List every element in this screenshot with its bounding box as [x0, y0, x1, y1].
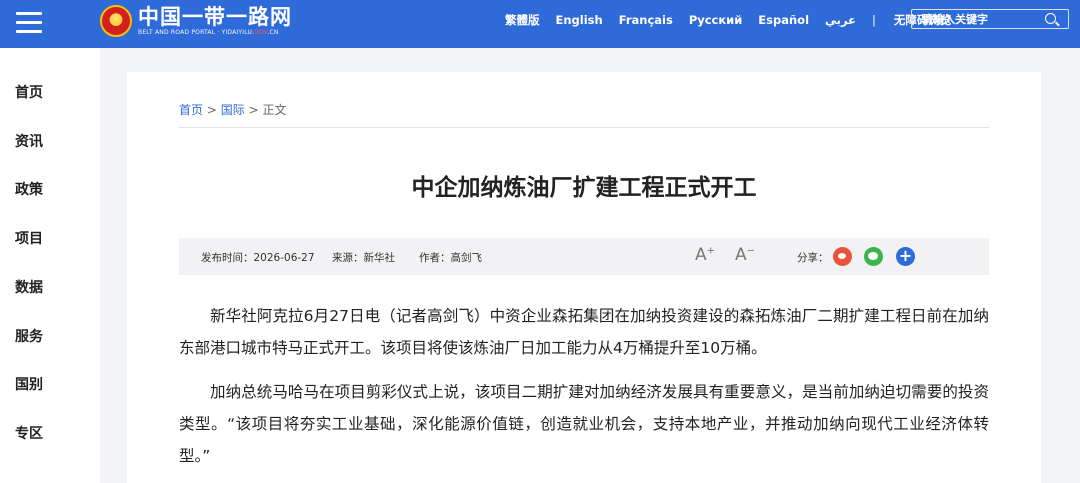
- font-decrease-button[interactable]: A−: [735, 245, 755, 265]
- search-placeholder: 请输入关键字: [922, 13, 988, 26]
- lang-separator: |: [872, 13, 876, 27]
- lang-spanish[interactable]: Español: [758, 13, 809, 27]
- search-input[interactable]: 请输入关键字: [911, 9, 1069, 29]
- breadcrumb-home[interactable]: 首页: [179, 103, 203, 117]
- lang-arabic[interactable]: عربي: [825, 13, 856, 27]
- lang-traditional-chinese[interactable]: 繁體版: [505, 12, 540, 28]
- more-share-icon[interactable]: +: [896, 247, 915, 266]
- wechat-share-icon[interactable]: [864, 247, 883, 266]
- breadcrumb-divider: [179, 127, 989, 128]
- logo-title: 中国一带一路网: [138, 4, 292, 29]
- publish-time: 发布时间：2026-06-27: [201, 252, 315, 264]
- article-title: 中企加纳炼油厂扩建工程正式开工: [411, 175, 757, 201]
- sidebar-nav: 首页 资讯 政策 项目 数据 服务 国别 专区: [0, 48, 100, 483]
- breadcrumb: 首页 > 国际 > 正文: [179, 101, 286, 118]
- font-increase-button[interactable]: A+: [695, 245, 715, 265]
- article-meta-bar: 发布时间：2026-06-27 来源：新华社 作者：高剑飞 A+ A− 分享： …: [179, 238, 989, 275]
- lang-english[interactable]: English: [556, 13, 603, 27]
- sidebar-item-policy[interactable]: 政策: [15, 179, 43, 199]
- breadcrumb-separator: >: [206, 103, 217, 117]
- sidebar-item-special[interactable]: 专区: [15, 423, 43, 443]
- sidebar-item-data[interactable]: 数据: [15, 277, 43, 297]
- weibo-share-icon[interactable]: [833, 247, 852, 266]
- sidebar-item-services[interactable]: 服务: [15, 326, 43, 346]
- language-switcher: 繁體版 English Français Русский Español عرب…: [505, 0, 967, 40]
- site-logo[interactable]: 中国一带一路网 BELT AND ROAD PORTAL · YIDAIYILU…: [100, 5, 292, 37]
- sidebar-item-projects[interactable]: 项目: [15, 228, 43, 248]
- breadcrumb-current: 正文: [262, 103, 287, 117]
- logo-subtitle: BELT AND ROAD PORTAL · YIDAIYILU.GOV.CN: [138, 29, 279, 36]
- search-icon[interactable]: [1045, 13, 1056, 24]
- sidebar-item-news[interactable]: 资讯: [15, 131, 43, 151]
- article-paragraph: 新华社阿克拉6月27日电（记者高剑飞）中资企业森拓集团在加纳投资建设的森拓炼油厂…: [179, 307, 989, 357]
- top-header: 中国一带一路网 BELT AND ROAD PORTAL · YIDAIYILU…: [0, 0, 1080, 48]
- breadcrumb-section[interactable]: 国际: [221, 103, 245, 117]
- article-author: 作者：高剑飞: [419, 252, 482, 264]
- hamburger-menu-icon[interactable]: [16, 12, 42, 34]
- breadcrumb-separator: >: [248, 103, 259, 117]
- share-label: 分享：: [797, 252, 829, 264]
- article-source: 来源：新华社: [332, 252, 395, 264]
- lang-french[interactable]: Français: [619, 13, 673, 27]
- sidebar-item-countries[interactable]: 国别: [15, 374, 43, 394]
- national-emblem-icon: [100, 5, 132, 37]
- lang-russian[interactable]: Русский: [689, 13, 742, 27]
- article-paragraph: 加纳总统马哈马在项目剪彩仪式上说，该项目二期扩建对加纳经济发展具有重要意义，是当…: [179, 383, 989, 465]
- article-container: 首页 > 国际 > 正文 中企加纳炼油厂扩建工程正式开工 发布时间：2026-0…: [127, 72, 1041, 483]
- sidebar-item-home[interactable]: 首页: [15, 82, 43, 102]
